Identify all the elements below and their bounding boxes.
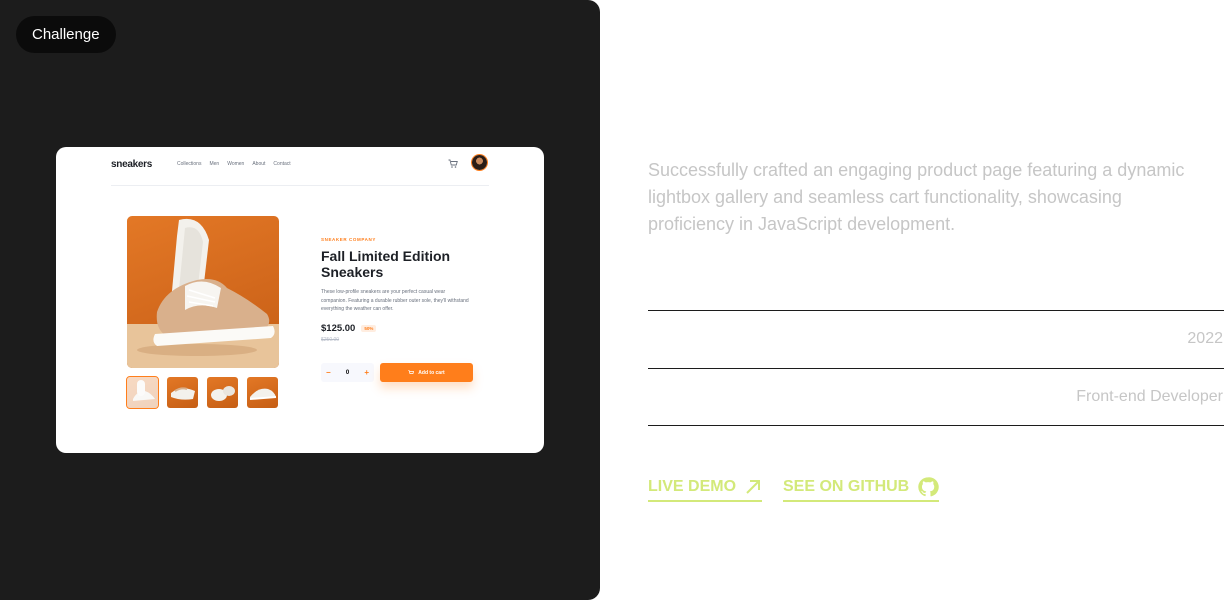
- project-summary: Successfully crafted an engaging product…: [648, 160, 1185, 234]
- product-page-screenshot: sneakers Collections Men Women About Con…: [56, 147, 544, 453]
- product-title: Fall Limited Edition Sneakers: [321, 248, 451, 280]
- quantity-value: 0: [345, 369, 350, 376]
- price-row: $125.00 50%: [321, 323, 481, 334]
- sneaker-illustration: [127, 218, 279, 368]
- live-demo-link[interactable]: LIVE DEMO: [648, 475, 763, 502]
- preview-nav-contact: Contact: [273, 161, 291, 167]
- company-label: SNEAKER COMPANY: [321, 237, 376, 242]
- preview-navbar: sneakers Collections Men Women About Con…: [111, 155, 489, 186]
- add-to-cart-label: Add to cart: [418, 369, 445, 376]
- preview-nav-collections: Collections: [177, 161, 202, 167]
- current-price: $125.00: [321, 322, 356, 334]
- product-info: SNEAKER COMPANY Fall Limited Edition Sne…: [321, 237, 481, 343]
- thumbnail-strip: [126, 376, 278, 409]
- preview-nav-links: Collections Men Women About Contact: [177, 161, 291, 167]
- thumbnail-2[interactable]: [167, 377, 198, 408]
- challenge-badge: Challenge: [16, 16, 116, 53]
- add-to-cart-button[interactable]: Add to cart: [380, 363, 473, 382]
- avatar: [472, 155, 487, 170]
- discount-badge: 50%: [361, 324, 377, 332]
- cart-icon: [448, 159, 458, 168]
- live-demo-label: LIVE DEMO: [648, 477, 737, 495]
- thumbnail-4[interactable]: [247, 377, 278, 408]
- github-link[interactable]: SEE ON GITHUB: [783, 475, 940, 502]
- cart-icon: [408, 369, 415, 374]
- thumbnail-3[interactable]: [207, 377, 238, 408]
- thumbnail-1[interactable]: [126, 376, 159, 409]
- preview-nav-men: Men: [209, 161, 220, 167]
- minus-icon[interactable]: −: [326, 368, 331, 377]
- project-year: 2022: [1187, 330, 1223, 347]
- divider-middle: [648, 368, 1224, 369]
- product-hero-image: [127, 216, 279, 368]
- preview-nav-women: Women: [227, 161, 245, 167]
- github-icon: [918, 476, 939, 496]
- plus-icon[interactable]: +: [364, 368, 369, 377]
- original-price: $250.00: [321, 336, 340, 343]
- project-role: Front-end Developer: [1076, 388, 1223, 405]
- divider-top: [648, 310, 1224, 311]
- quantity-stepper: − 0 +: [321, 363, 374, 382]
- arrow-up-right-icon: [746, 479, 761, 494]
- preview-logo: sneakers: [111, 159, 152, 170]
- preview-nav-about: About: [252, 161, 266, 167]
- product-description: These low-profile sneakers are your perf…: [321, 289, 469, 312]
- divider-bottom: [648, 425, 1224, 426]
- github-label: SEE ON GITHUB: [783, 477, 910, 495]
- cart-actions: − 0 + Add to cart: [321, 363, 473, 382]
- project-preview-panel: Challenge sneakers Collections Men Women…: [0, 0, 600, 600]
